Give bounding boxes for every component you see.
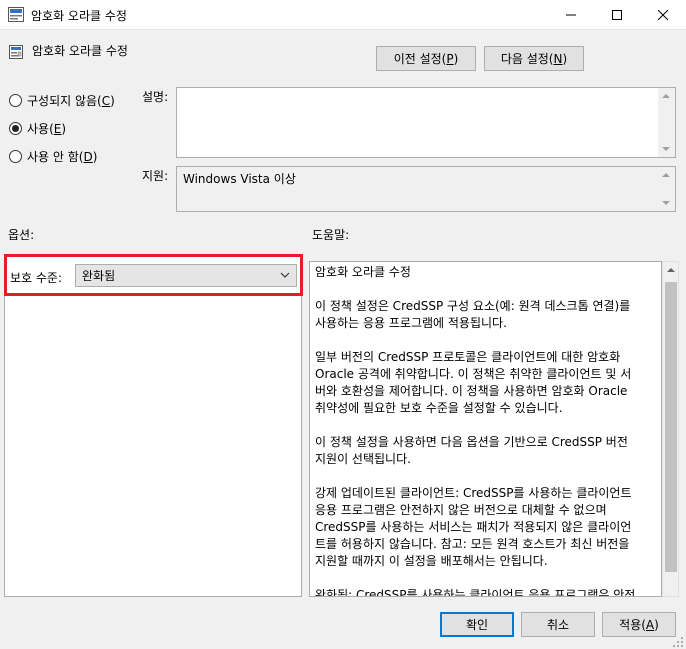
options-label: 옵션: — [8, 228, 35, 242]
scroll-down-icon[interactable] — [662, 201, 670, 205]
radio-selected-dot — [12, 125, 19, 132]
window-title: 암호화 오라클 수정 — [31, 9, 127, 23]
radio-enabled[interactable]: 사용(E) — [9, 120, 66, 137]
minimize-icon — [566, 14, 576, 16]
radio-circle[interactable] — [9, 94, 22, 107]
previous-setting-mnemonic: P — [446, 51, 454, 66]
radio-not-configured-label: 구성되지 않음( — [27, 94, 102, 108]
supported-on-value: Windows Vista 이상 — [183, 172, 296, 186]
resize-grip-icon[interactable] — [672, 636, 684, 648]
comment-label: 설명: — [142, 90, 169, 104]
help-panel: 암호화 오라클 수정 이 정책 설정은 CredSSP 구성 요소(예: 원격 … — [309, 261, 662, 597]
scroll-thumb[interactable] — [665, 282, 677, 572]
policy-window-icon — [8, 7, 24, 22]
policy-title: 암호화 오라클 수정 — [32, 44, 128, 58]
close-icon — [658, 10, 668, 20]
policy-setting-icon — [9, 45, 23, 59]
maximize-button[interactable] — [594, 0, 640, 30]
minimize-button[interactable] — [548, 0, 594, 30]
help-scrollbar[interactable] — [662, 261, 679, 597]
scroll-up-icon[interactable] — [662, 94, 670, 98]
apply-label: 적용( — [619, 618, 646, 632]
close-button[interactable] — [640, 0, 686, 30]
help-text: 암호화 오라클 수정 이 정책 설정은 CredSSP 구성 요소(예: 원격 … — [315, 265, 636, 597]
next-setting-label: 다음 설정( — [500, 52, 554, 66]
supported-on-label: 지원: — [142, 169, 169, 183]
comment-scrollbar[interactable] — [658, 88, 675, 157]
apply-mnemonic: A — [645, 617, 655, 632]
ok-button[interactable]: 확인 — [440, 612, 514, 637]
help-label: 도움말: — [312, 228, 350, 242]
cancel-button[interactable]: 취소 — [521, 612, 595, 637]
previous-setting-button[interactable]: 이전 설정(P) — [376, 46, 476, 71]
scroll-up-icon[interactable] — [667, 268, 675, 272]
radio-not-configured[interactable]: 구성되지 않음(C) — [9, 92, 115, 109]
scroll-up-icon[interactable] — [662, 173, 670, 177]
highlight-box — [4, 254, 303, 296]
previous-setting-label: 이전 설정( — [393, 52, 447, 66]
options-panel — [4, 255, 302, 597]
radio-disabled-label: 사용 안 함( — [27, 150, 84, 164]
scroll-down-icon[interactable] — [662, 147, 670, 151]
radio-enabled-label: 사용( — [27, 122, 54, 136]
radio-circle[interactable] — [9, 150, 22, 163]
radio-disabled[interactable]: 사용 안 함(D) — [9, 148, 97, 165]
comment-textarea[interactable] — [176, 87, 676, 158]
radio-circle-selected[interactable] — [9, 122, 22, 135]
apply-button[interactable]: 적용(A) — [602, 612, 676, 637]
supported-scrollbar[interactable] — [658, 167, 675, 211]
next-setting-mnemonic: N — [553, 51, 563, 66]
maximize-icon — [612, 10, 622, 20]
next-setting-button[interactable]: 다음 설정(N) — [484, 46, 584, 71]
